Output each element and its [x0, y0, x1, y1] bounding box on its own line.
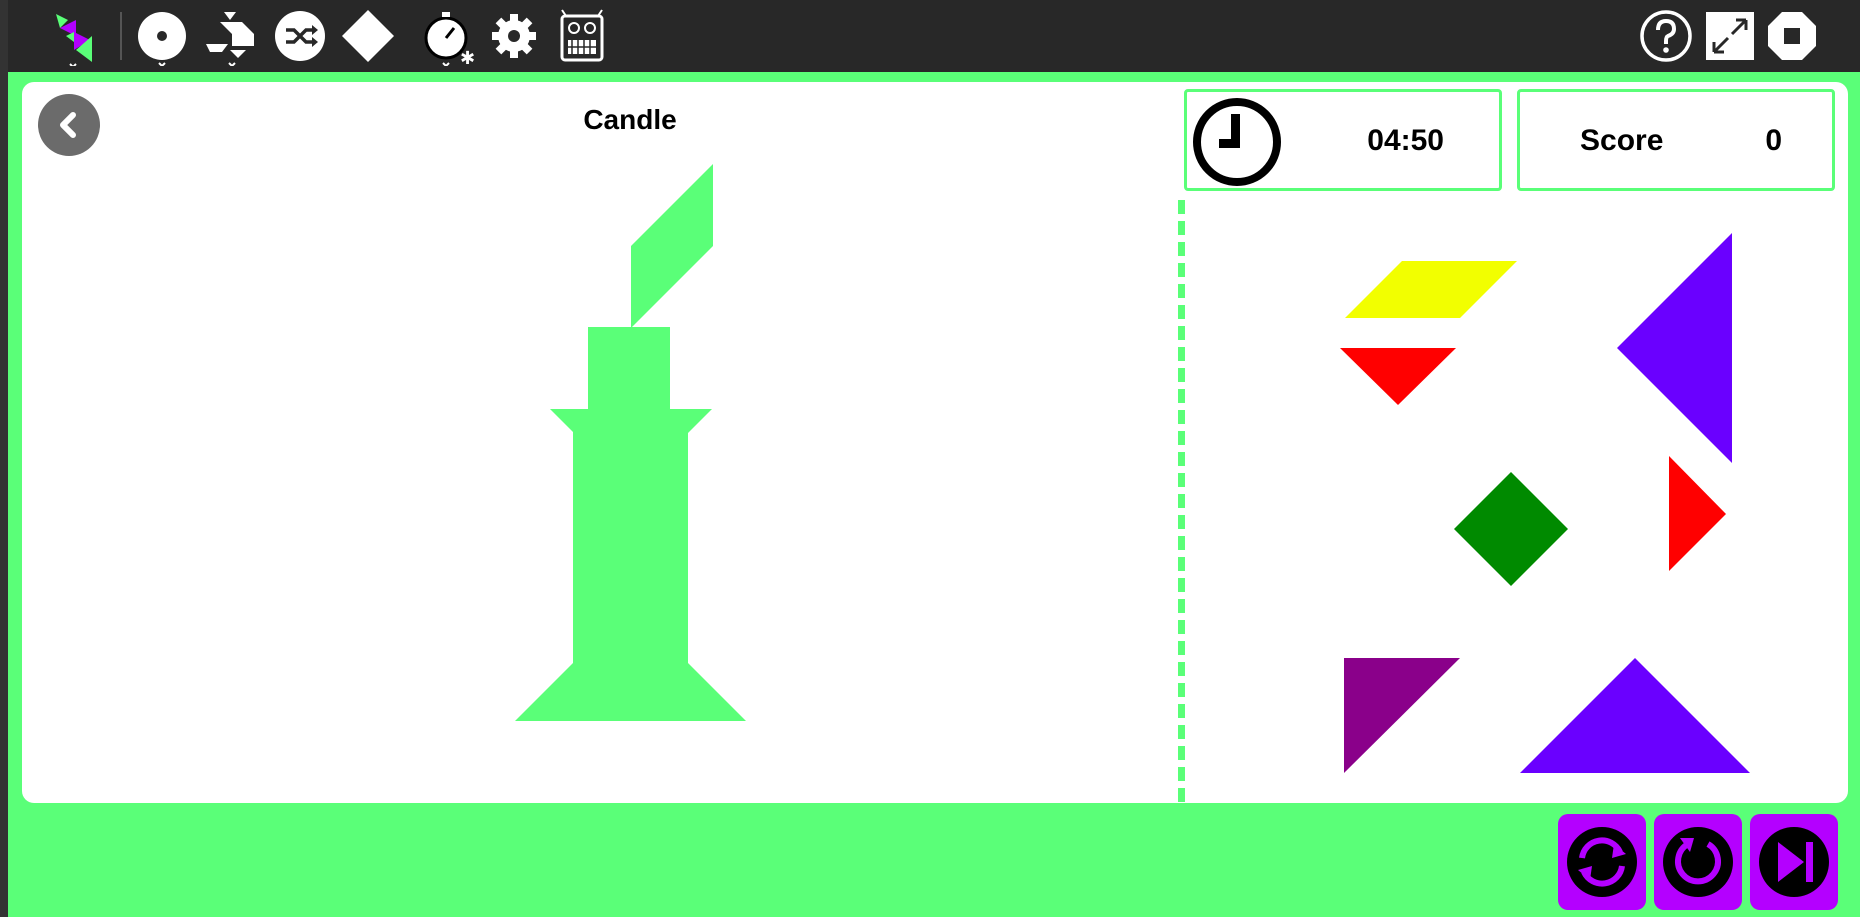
silhouette-wick [588, 327, 670, 409]
candle-silhouette [515, 164, 746, 721]
piece-green-square[interactable] [1454, 472, 1568, 586]
rotate-icon [1663, 827, 1733, 897]
piece-yellow-parallelogram[interactable] [1345, 261, 1517, 318]
piece-red-small-triangle-top[interactable] [1340, 348, 1456, 405]
piece-violet-large-triangle-bottom[interactable] [1520, 658, 1750, 773]
silhouette-holder-top [550, 409, 712, 433]
next-level-button[interactable] [1750, 814, 1838, 910]
silhouette-base [515, 663, 746, 721]
piece-violet-large-triangle-right[interactable] [1617, 233, 1732, 463]
silhouette-body [573, 430, 688, 666]
flip-button[interactable] [1558, 814, 1646, 910]
rotate-button[interactable] [1654, 814, 1742, 910]
silhouette-flame [631, 164, 713, 328]
tangram-canvas [515, 164, 1750, 773]
next-level-icon [1759, 827, 1829, 897]
flip-icon [1567, 827, 1637, 897]
piece-purple-medium-triangle[interactable] [1344, 658, 1460, 773]
piece-red-small-triangle-right[interactable] [1669, 456, 1726, 571]
